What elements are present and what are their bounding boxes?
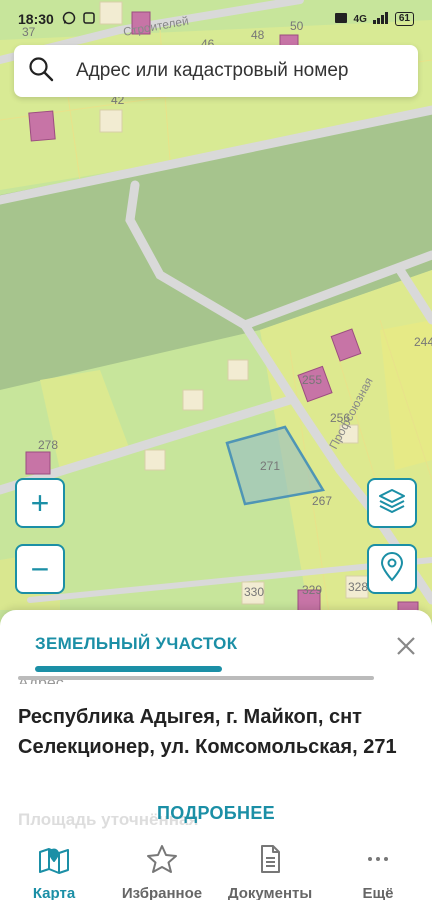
scroll-divider <box>18 676 374 680</box>
notification-icon <box>82 11 96 28</box>
search-icon <box>28 56 54 87</box>
document-icon <box>254 844 286 879</box>
map-icon <box>38 844 70 879</box>
search-input[interactable]: Адрес или кадастровый номер <box>76 60 348 82</box>
nav-item-documents[interactable]: Документы <box>216 838 324 900</box>
parcel-number: 267 <box>312 494 332 508</box>
status-right: 4G 61 <box>334 11 414 27</box>
location-pin-icon <box>379 551 405 587</box>
more-icon <box>362 844 394 879</box>
search-bar[interactable]: Адрес или кадастровый номер <box>14 45 418 97</box>
nav-item-label: Карта <box>32 885 76 900</box>
zoom-in-button[interactable]: + <box>15 478 65 528</box>
parcel-number: 330 <box>244 585 264 599</box>
layers-icon <box>377 486 407 521</box>
network-type: 4G <box>353 13 367 25</box>
nav-item-label: Ещё <box>362 885 394 900</box>
whatsapp-icon <box>62 11 76 28</box>
address-value: Республика Адыгея, г. Майкоп, снт Селекц… <box>18 706 397 758</box>
star-icon <box>146 844 178 879</box>
parcel-number: 271 <box>260 459 280 473</box>
parcel-number: 244 <box>414 335 432 349</box>
more-details-button[interactable]: ПОДРОБНЕЕ <box>0 803 432 824</box>
nav-item-map[interactable]: Карта <box>0 838 108 900</box>
location-button[interactable] <box>367 544 417 594</box>
status-time: 18:30 <box>18 11 54 27</box>
parcel-number: 278 <box>38 438 58 452</box>
tab-land-parcel[interactable]: ЗЕМЕЛЬНЫЙ УЧАСТОК <box>35 634 237 654</box>
wifi-icon <box>334 12 348 27</box>
bottom-navigation: Карта Избранное Документы Ещё <box>0 838 432 900</box>
nav-item-label: Избранное <box>121 885 203 900</box>
close-button[interactable] <box>394 634 418 658</box>
parcel-number: 255 <box>302 373 322 387</box>
close-icon <box>394 637 418 662</box>
zoom-out-button[interactable]: − <box>15 544 65 594</box>
signal-icon <box>372 11 389 27</box>
nav-item-favorites[interactable]: Избранное <box>108 838 216 900</box>
parcel-number: 329 <box>302 583 322 597</box>
parcel-number: 328 <box>348 580 368 594</box>
layers-button[interactable] <box>367 478 417 528</box>
status-bar: 18:30 4G 61 <box>0 0 432 38</box>
nav-item-more[interactable]: Ещё <box>324 838 432 900</box>
nav-item-label: Документы <box>227 885 313 900</box>
battery-indicator: 61 <box>394 12 414 26</box>
